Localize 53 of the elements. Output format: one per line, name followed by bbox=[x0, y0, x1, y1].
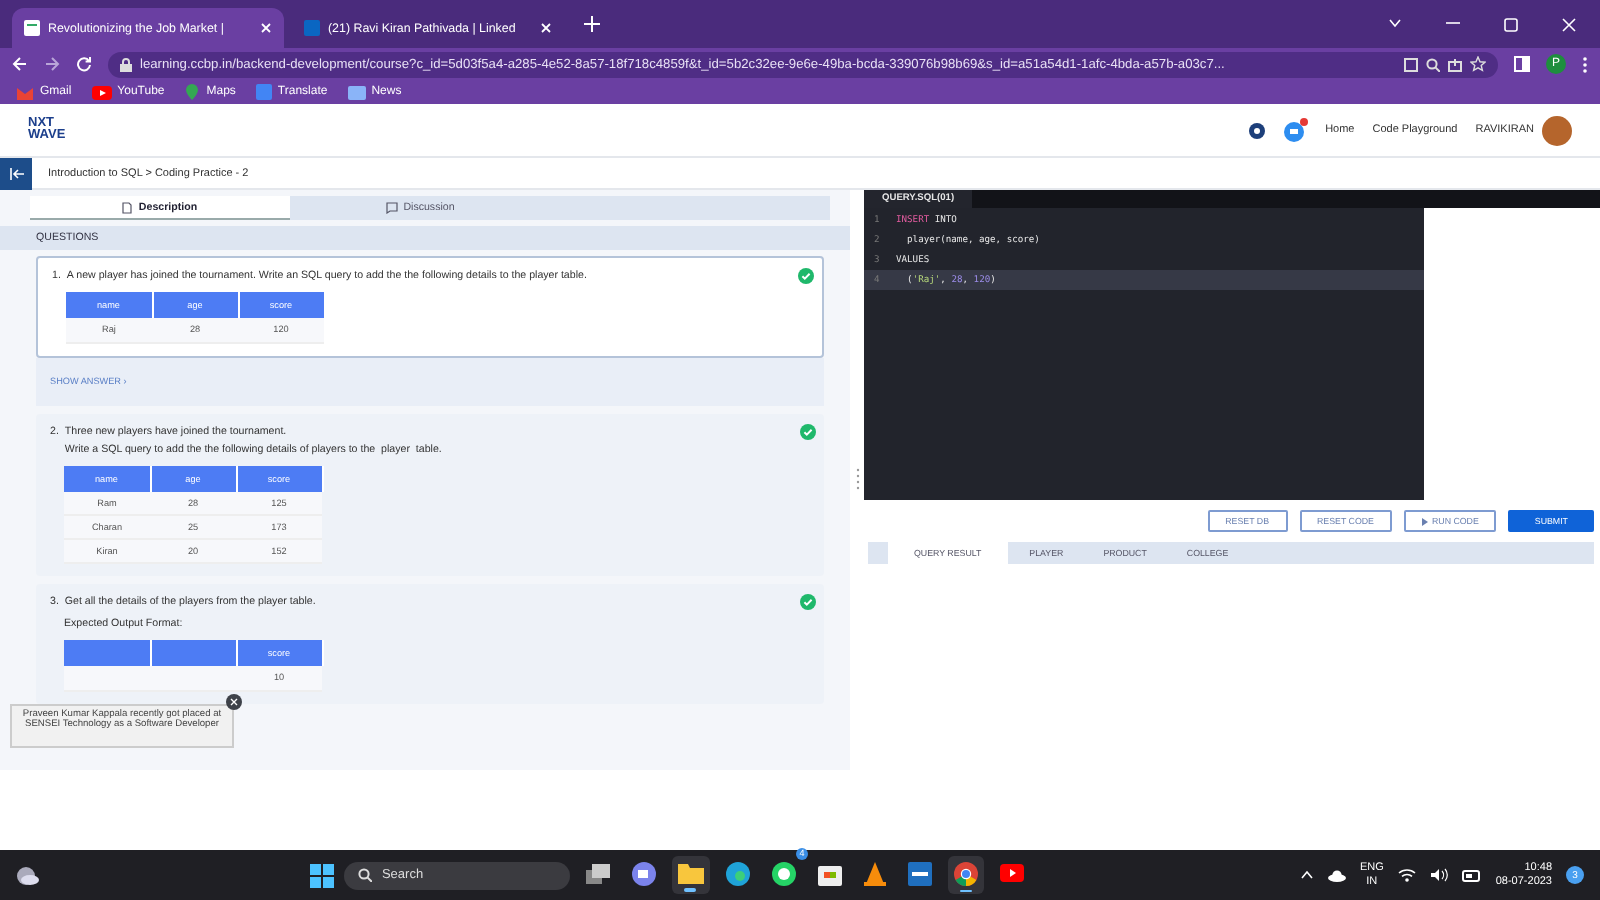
check-circle-icon bbox=[800, 594, 816, 610]
chevron-down-icon[interactable] bbox=[1388, 17, 1402, 27]
sidebar-toggle-icon bbox=[9, 167, 23, 179]
star-icon[interactable] bbox=[1470, 56, 1486, 72]
traffic-cone-icon[interactable] bbox=[863, 861, 886, 886]
close-icon bbox=[230, 698, 238, 706]
speaker-icon[interactable] bbox=[1429, 868, 1448, 882]
drag-handle-icon[interactable] bbox=[855, 468, 859, 492]
chat-bubble-icon[interactable] bbox=[771, 861, 796, 886]
chat-badge-icon[interactable] bbox=[1283, 118, 1308, 142]
weather-icon[interactable] bbox=[16, 865, 40, 885]
share-icon[interactable] bbox=[1448, 57, 1462, 71]
close-icon[interactable] bbox=[1562, 17, 1576, 31]
cloud-icon[interactable] bbox=[1327, 869, 1346, 881]
sidebar-toggle-button[interactable] bbox=[0, 157, 32, 189]
forward-arrow-icon[interactable] bbox=[44, 56, 60, 72]
check-circle-icon bbox=[800, 423, 816, 439]
reload-icon[interactable] bbox=[76, 56, 92, 72]
lock-icon bbox=[120, 57, 132, 71]
table-header-cell bbox=[150, 640, 236, 666]
battery-icon[interactable] bbox=[1461, 869, 1482, 881]
document-icon bbox=[122, 201, 133, 213]
chrome-icon[interactable] bbox=[953, 861, 978, 886]
close-icon[interactable] bbox=[540, 22, 552, 34]
folder-icon[interactable] bbox=[677, 862, 704, 885]
plus-icon[interactable] bbox=[584, 16, 600, 32]
play-icon bbox=[1421, 517, 1428, 525]
play-icon bbox=[91, 85, 112, 99]
page-icon bbox=[24, 20, 40, 36]
back-arrow-icon[interactable] bbox=[12, 56, 28, 72]
chevron-up-icon[interactable] bbox=[1299, 870, 1314, 880]
zoom-icon[interactable] bbox=[1426, 57, 1440, 71]
mail-icon bbox=[16, 85, 34, 99]
taskbar-app[interactable] bbox=[947, 855, 984, 895]
user-avatar[interactable] bbox=[1542, 115, 1572, 145]
check-circle-icon bbox=[798, 268, 814, 284]
more-icon[interactable] bbox=[1582, 55, 1588, 73]
maximize-icon[interactable] bbox=[1504, 17, 1518, 31]
wifi-icon[interactable] bbox=[1397, 868, 1416, 882]
side-panel-icon[interactable] bbox=[1514, 56, 1530, 72]
table-header-cell bbox=[64, 640, 150, 666]
table-cell bbox=[64, 666, 150, 690]
comment-icon bbox=[385, 202, 398, 214]
windows-icon[interactable] bbox=[309, 863, 334, 887]
close-icon[interactable] bbox=[260, 22, 272, 34]
app-tile-icon[interactable] bbox=[907, 861, 932, 886]
map-pin-icon bbox=[184, 84, 201, 100]
windows-stack-icon[interactable] bbox=[585, 863, 610, 884]
minimize-icon[interactable] bbox=[1446, 17, 1460, 27]
play-icon[interactable] bbox=[999, 864, 1024, 883]
open-in-window-icon[interactable] bbox=[1404, 57, 1418, 71]
taskbar-app[interactable] bbox=[671, 856, 710, 894]
search-icon bbox=[357, 868, 372, 882]
